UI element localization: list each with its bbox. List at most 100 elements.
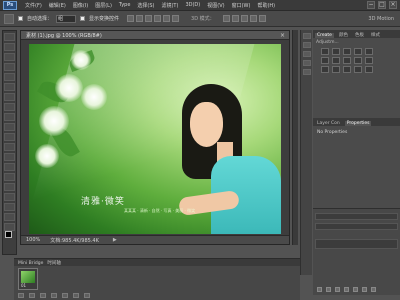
delete-frame-icon[interactable] (84, 293, 90, 298)
menu-layer[interactable]: 图层(L) (95, 2, 112, 9)
next-frame-icon[interactable] (51, 293, 57, 298)
hand-tool-icon[interactable] (4, 213, 15, 221)
vertical-scrollbar[interactable] (292, 30, 298, 245)
black-white-icon[interactable] (343, 57, 351, 64)
tween-icon[interactable] (62, 293, 68, 298)
tab-swatches[interactable]: 色板 (353, 32, 366, 38)
menu-file[interactable]: 文件(F) (25, 2, 42, 9)
3d-drag-icon[interactable] (240, 15, 248, 22)
path-select-tool-icon[interactable] (4, 193, 15, 201)
move-tool-icon[interactable] (4, 13, 14, 24)
align-left-icon[interactable] (154, 15, 162, 22)
workspace-label[interactable]: 3D Motion (368, 16, 394, 22)
tab-mini-bridge[interactable]: Mini Bridge (18, 261, 43, 266)
3d-scale-icon[interactable] (258, 15, 266, 22)
marquee-tool-icon[interactable] (4, 43, 15, 51)
layer-lock-row[interactable] (315, 223, 398, 230)
3d-rotate-icon[interactable] (222, 15, 230, 22)
gradient-tool-icon[interactable] (4, 143, 15, 151)
menu-image[interactable]: 图像(I) (73, 2, 88, 9)
zoom-tool-icon[interactable] (4, 223, 15, 231)
eraser-tool-icon[interactable] (4, 133, 15, 141)
zoom-level[interactable]: 100% (26, 237, 40, 243)
image-canvas[interactable]: 清雅·微笑 某某某 · 清新 · 自然 · 写真 · 美丽 · 微笑 (29, 44, 281, 234)
tab-layer-comps[interactable]: Layer Con (315, 121, 342, 126)
crop-tool-icon[interactable] (4, 73, 15, 81)
menu-select[interactable]: 选择(S) (137, 2, 154, 9)
align-vcenter-icon[interactable] (136, 15, 144, 22)
menu-window[interactable]: 窗口(W) (232, 2, 251, 9)
posterize-icon[interactable] (332, 66, 340, 73)
menu-filter[interactable]: 滤镜(T) (161, 2, 178, 9)
maximize-icon[interactable]: □ (378, 1, 386, 9)
menu-view[interactable]: 视图(V) (207, 2, 224, 9)
brush-tool-icon[interactable] (4, 103, 15, 111)
lasso-tool-icon[interactable] (4, 53, 15, 61)
actions-panel-icon[interactable] (302, 42, 311, 48)
group-icon[interactable] (353, 287, 358, 292)
document-close-icon[interactable]: × (280, 32, 285, 39)
type-tool-icon[interactable] (4, 183, 15, 191)
blur-tool-icon[interactable] (4, 153, 15, 161)
exposure-icon[interactable] (354, 48, 362, 55)
trash-icon[interactable] (371, 287, 376, 292)
color-balance-icon[interactable] (332, 57, 340, 64)
healing-tool-icon[interactable] (4, 93, 15, 101)
selective-color-icon[interactable] (365, 66, 373, 73)
curves-icon[interactable] (343, 48, 351, 55)
quick-select-tool-icon[interactable] (4, 63, 15, 71)
brightness-contrast-icon[interactable] (321, 48, 329, 55)
shape-tool-icon[interactable] (4, 203, 15, 211)
levels-icon[interactable] (332, 48, 340, 55)
invert-icon[interactable] (321, 66, 329, 73)
tab-timeline[interactable]: 时间轴 (47, 260, 61, 266)
foreground-color-swatch[interactable] (5, 231, 12, 238)
threshold-icon[interactable] (343, 66, 351, 73)
new-layer-icon[interactable] (362, 287, 367, 292)
vibrance-icon[interactable] (365, 48, 373, 55)
align-right-icon[interactable] (172, 15, 180, 22)
photo-filter-icon[interactable] (354, 57, 362, 64)
auto-select-checkbox[interactable] (18, 16, 23, 21)
mask-icon[interactable] (335, 287, 340, 292)
character-panel-icon[interactable] (302, 60, 311, 66)
pen-tool-icon[interactable] (4, 173, 15, 181)
link-icon[interactable] (317, 287, 322, 292)
tab-properties[interactable]: Properties (344, 121, 372, 126)
frame-thumbnail[interactable]: 01 (18, 268, 38, 290)
layer-row[interactable] (315, 239, 398, 249)
history-panel-icon[interactable] (302, 33, 311, 39)
align-hcenter-icon[interactable] (163, 15, 171, 22)
first-frame-icon[interactable] (18, 293, 24, 298)
tab-color[interactable]: 颜色 (337, 32, 350, 38)
align-bottom-icon[interactable] (145, 15, 153, 22)
close-icon[interactable]: × (389, 1, 397, 9)
clone-stamp-tool-icon[interactable] (4, 113, 15, 121)
document-tab[interactable]: 素材 (1).jpg @ 100% (RGB/8#) (26, 32, 102, 39)
adjustment-layer-icon[interactable] (344, 287, 349, 292)
duplicate-frame-icon[interactable] (73, 293, 79, 298)
prev-frame-icon[interactable] (29, 293, 35, 298)
gradient-map-icon[interactable] (354, 66, 362, 73)
hue-saturation-icon[interactable] (321, 57, 329, 64)
status-menu-arrow-icon[interactable]: ▶ (113, 237, 117, 243)
channel-mixer-icon[interactable] (365, 57, 373, 64)
brush-panel-icon[interactable] (302, 51, 311, 57)
history-brush-tool-icon[interactable] (4, 123, 15, 131)
tab-styles[interactable]: 样式 (369, 32, 382, 38)
align-top-icon[interactable] (127, 15, 135, 22)
paragraph-panel-icon[interactable] (302, 69, 311, 75)
fx-icon[interactable] (326, 287, 331, 292)
layer-blend-row[interactable] (315, 213, 398, 220)
show-transform-checkbox[interactable] (80, 16, 86, 21)
dodge-tool-icon[interactable] (4, 163, 15, 171)
menu-3d[interactable]: 3D(D) (185, 2, 200, 9)
move-tool-icon[interactable] (4, 33, 15, 41)
eyedropper-tool-icon[interactable] (4, 83, 15, 91)
3d-roll-icon[interactable] (231, 15, 239, 22)
menu-help[interactable]: 帮助(H) (257, 2, 275, 9)
auto-select-dropdown[interactable]: 组 (56, 14, 77, 23)
play-icon[interactable] (40, 293, 46, 298)
tab-create[interactable]: Create (315, 33, 334, 38)
menu-type[interactable]: Type (119, 2, 130, 9)
